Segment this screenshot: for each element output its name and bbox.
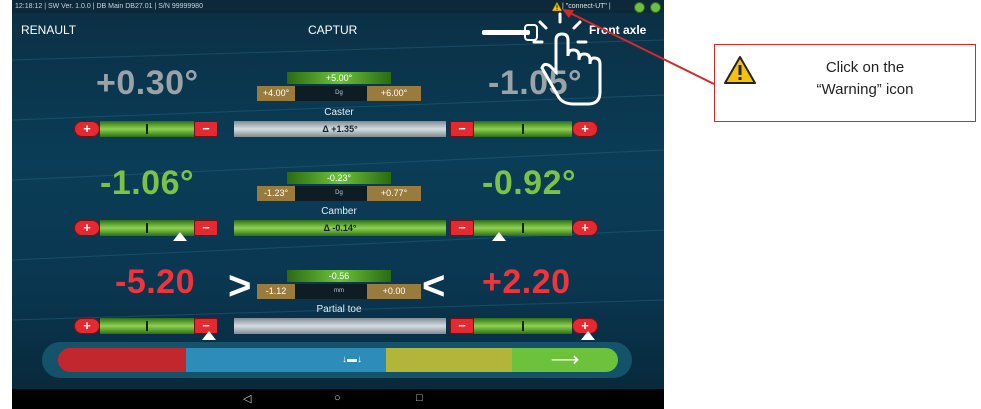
toe-right-pointer — [581, 331, 595, 340]
vehicle-brand: RENAULT — [21, 23, 77, 37]
caster-right-minus-button[interactable]: − — [450, 121, 474, 137]
status-info: 12:18:12 | SW Ver. 1.0.0 | DB Main DB27.… — [15, 3, 203, 10]
warning-triangle-icon — [724, 56, 756, 84]
toe-label: Partial toe — [316, 304, 362, 315]
toe-unit: mm — [334, 288, 344, 294]
instruction-callout: Click on the “Warning” icon — [714, 44, 976, 122]
camber-right-value: -0.92° — [482, 164, 577, 202]
toe-tolerance-box: -0.56 -1.12 mm +0.00 — [257, 270, 421, 304]
camber-max: +0.77° — [367, 186, 421, 201]
car-position-icon[interactable]: ↓▬↓ — [318, 348, 386, 372]
caster-delta: Δ +1.35° — [322, 124, 358, 134]
caster-target: +5.00° — [287, 72, 391, 84]
toe-right-value: +2.20 — [482, 263, 571, 301]
camber-delta: Δ -0.14° — [234, 220, 446, 236]
toe-max: +0.00 — [367, 284, 421, 299]
back-nav-icon[interactable]: ◁ — [243, 392, 251, 405]
status-dot-icon — [650, 2, 661, 13]
callout-line-1: Click on the — [825, 59, 905, 76]
back-step-button[interactable] — [58, 348, 186, 372]
recent-apps-icon[interactable]: □ — [416, 392, 423, 404]
toe-right-chevron-icon: < — [422, 264, 446, 308]
camber-left-value: -1.06° — [100, 164, 195, 202]
caster-label: Caster — [324, 107, 354, 118]
camber-target: -0.23° — [287, 172, 391, 184]
caster-left-minus-button[interactable]: − — [194, 121, 218, 137]
callout-line-2: “Warning” icon — [816, 81, 914, 98]
toe-right-minus-button[interactable]: − — [450, 318, 474, 334]
toe-left-chevron-icon: > — [228, 264, 252, 308]
toe-left-plus-button[interactable]: + — [74, 318, 100, 334]
toe-left-value: -5.20 — [115, 263, 195, 301]
aligner-screen: 12:18:12 | SW Ver. 1.0.0 | DB Main DB27.… — [12, 0, 664, 409]
status-dot-icon — [634, 2, 645, 13]
next-arrow-button[interactable]: ⟶ — [512, 348, 618, 372]
caster-scale: + − Δ +1.35° − + — [74, 121, 603, 137]
camber-left-plus-button[interactable]: + — [74, 220, 100, 236]
camber-scale: + − Δ -0.14° − + — [74, 220, 603, 236]
pointing-hand-icon — [532, 12, 602, 106]
procedure-step-yellow[interactable] — [386, 348, 512, 372]
camber-left-minus-button[interactable]: − — [194, 220, 218, 236]
camber-label: Camber — [321, 206, 357, 217]
toe-scale: + − − + — [74, 318, 603, 334]
vehicle-model: CAPTUR — [308, 23, 358, 37]
caster-unit: Dg — [335, 90, 343, 96]
toe-target: -0.56 — [287, 270, 391, 282]
camber-left-pointer — [173, 232, 187, 241]
camber-tolerance-box: -0.23° -1.23° Dg +0.77° — [257, 172, 421, 206]
procedure-bar: ↓▬↓ ⟶ — [58, 348, 618, 372]
camber-unit: Dg — [335, 190, 343, 196]
caster-min: +4.00° — [257, 86, 295, 101]
caster-left-plus-button[interactable]: + — [74, 121, 100, 137]
camber-right-pointer — [492, 232, 506, 241]
caster-right-plus-button[interactable]: + — [572, 121, 598, 137]
toe-min: -1.12 — [257, 284, 295, 299]
caster-tolerance-box: +5.00° +4.00° Dg +6.00° — [257, 72, 421, 106]
toe-left-pointer — [202, 331, 216, 340]
camber-right-minus-button[interactable]: − — [450, 220, 474, 236]
caster-max: +6.00° — [367, 86, 421, 101]
home-nav-icon[interactable]: ○ — [334, 392, 341, 404]
camber-min: -1.23° — [257, 186, 295, 201]
caster-left-value: +0.30° — [96, 64, 199, 102]
procedure-step-blue[interactable] — [186, 348, 318, 372]
warning-icon[interactable] — [552, 2, 562, 11]
camber-right-plus-button[interactable]: + — [572, 220, 598, 236]
system-nav-bar: ◁ ○ □ — [12, 389, 664, 409]
